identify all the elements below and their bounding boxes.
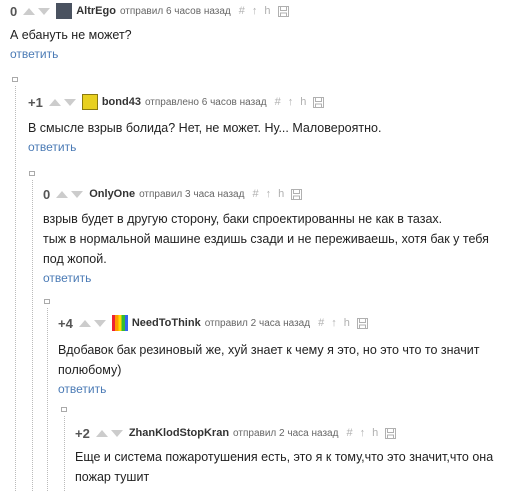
username-link[interactable]: bond43	[102, 96, 141, 108]
branch-icon[interactable]: h	[372, 427, 378, 439]
comment-4: +4 NeedToThink отправил 2 часа назад # ↑…	[58, 315, 479, 398]
permalink-hash-icon[interactable]: #	[252, 188, 258, 200]
collapse-thread-button[interactable]	[44, 299, 50, 304]
save-icon[interactable]	[291, 188, 303, 200]
comment-meta: +2 ZhanKlodStopKran отправил 2 часа наза…	[75, 425, 493, 441]
comment-1: 0 AltrEgo отправил 6 часов назад # ↑ h А…	[10, 3, 296, 63]
branch-icon[interactable]: h	[278, 188, 284, 200]
permalink-hash-icon[interactable]: #	[318, 317, 324, 329]
timestamp: отправил 3 часа назад	[139, 188, 245, 200]
thread-line	[47, 308, 48, 491]
avatar[interactable]	[111, 315, 128, 331]
comment-rating: +2	[75, 425, 90, 441]
permalink-hash-icon[interactable]: #	[275, 96, 281, 108]
parent-arrow-icon[interactable]: ↑	[266, 188, 272, 200]
username-link[interactable]: OnlyOne	[89, 188, 135, 200]
thread-line	[64, 416, 65, 491]
comment-rating: 0	[43, 186, 51, 202]
comment-text-line: под жопой.	[43, 252, 107, 266]
vote-up-button[interactable]	[95, 429, 108, 437]
comment-rating: 0	[10, 3, 18, 19]
comment-text: Еще и система пожаротушения есть, это я …	[75, 447, 493, 487]
comment-text-line: пожар тушит	[75, 470, 150, 484]
vote-down-button[interactable]	[110, 429, 123, 437]
comment-5: +2 ZhanKlodStopKran отправил 2 часа наза…	[75, 425, 493, 487]
comment-meta: 0 OnlyOne отправил 3 часа назад # ↑ h	[43, 186, 489, 202]
branch-icon[interactable]: h	[344, 317, 350, 329]
reply-link[interactable]: ответить	[10, 47, 58, 61]
thread-line	[15, 86, 16, 491]
timestamp: отправил 6 часов назад	[119, 5, 231, 17]
save-icon[interactable]	[356, 317, 368, 329]
vote-up-button[interactable]	[78, 319, 91, 327]
collapse-thread-button[interactable]	[12, 77, 18, 82]
thread-line	[32, 180, 33, 491]
comment-text: Вдобавок бак резиновый же, хуй знает к ч…	[58, 340, 479, 380]
timestamp: отправлено 6 часов назад	[144, 96, 267, 108]
comment-text-line: Еще и система пожаротушения есть, это я …	[75, 450, 494, 464]
vote-down-button[interactable]	[93, 319, 106, 327]
comment-text: В смысле взрыв болида? Нет, не может. Ну…	[28, 118, 381, 138]
comment-text-line: взрыв будет в другую сторону, баки спрое…	[43, 212, 443, 226]
parent-arrow-icon[interactable]: ↑	[360, 427, 366, 439]
avatar[interactable]	[81, 94, 98, 110]
vote-up-button[interactable]	[56, 190, 69, 198]
comment-meta: +1 bond43 отправлено 6 часов назад # ↑ h	[28, 94, 381, 110]
permalink-hash-icon[interactable]: #	[239, 5, 245, 17]
reply-link[interactable]: ответить	[43, 271, 91, 285]
comment-3: 0 OnlyOne отправил 3 часа назад # ↑ h вз…	[43, 186, 489, 287]
avatar[interactable]	[56, 3, 73, 19]
parent-arrow-icon[interactable]: ↑	[331, 317, 337, 329]
save-icon[interactable]	[385, 427, 397, 439]
permalink-hash-icon[interactable]: #	[346, 427, 352, 439]
comment-text-line: полюбому)	[58, 363, 122, 377]
comment-rating: +1	[28, 94, 43, 110]
comment-meta: +4 NeedToThink отправил 2 часа назад # ↑…	[58, 315, 479, 331]
vote-up-button[interactable]	[23, 7, 36, 15]
timestamp: отправил 2 часа назад	[204, 317, 311, 329]
comment-text-line: А ебануть не может?	[10, 28, 132, 42]
branch-icon[interactable]: h	[300, 96, 306, 108]
collapse-thread-button[interactable]	[29, 171, 35, 176]
reply-link[interactable]: ответить	[28, 140, 76, 154]
save-icon[interactable]	[277, 5, 289, 17]
comment-text-line: тыж в нормальной машине ездишь сзади и н…	[43, 232, 489, 246]
parent-arrow-icon[interactable]: ↑	[288, 96, 294, 108]
username-link[interactable]: ZhanKlodStopKran	[129, 427, 229, 439]
comment-2: +1 bond43 отправлено 6 часов назад # ↑ h…	[28, 94, 381, 156]
comment-rating: +4	[58, 315, 73, 331]
vote-down-button[interactable]	[71, 190, 84, 198]
parent-arrow-icon[interactable]: ↑	[252, 5, 258, 17]
branch-icon[interactable]: h	[264, 5, 270, 17]
comment-text: взрыв будет в другую сторону, баки спрое…	[43, 209, 489, 269]
username-link[interactable]: NeedToThink	[132, 317, 201, 329]
comment-text-line: В смысле взрыв болида? Нет, не может. Ну…	[28, 121, 382, 135]
vote-down-button[interactable]	[38, 7, 51, 15]
comment-text: А ебануть не может?	[10, 25, 296, 45]
comment-text-line: Вдобавок бак резиновый же, хуй знает к ч…	[58, 343, 480, 357]
vote-down-button[interactable]	[63, 98, 76, 106]
collapse-thread-button[interactable]	[61, 407, 67, 412]
username-link[interactable]: AltrEgo	[76, 5, 116, 17]
reply-link[interactable]: ответить	[58, 382, 106, 396]
vote-up-button[interactable]	[48, 98, 61, 106]
comment-meta: 0 AltrEgo отправил 6 часов назад # ↑ h	[10, 3, 296, 19]
timestamp: отправил 2 часа назад	[233, 427, 339, 439]
save-icon[interactable]	[313, 96, 325, 108]
